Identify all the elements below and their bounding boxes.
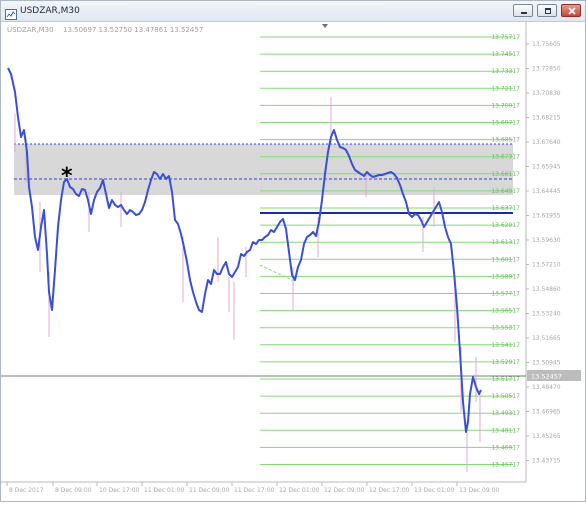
price-axis-label: 13.53240 [532,311,561,318]
fib-level-label: 13.74517 [491,51,520,58]
price-axis-label: 13.64445 [532,188,561,195]
time-axis-label: 11 Dec 17:00 [234,487,275,494]
chart-window-icon [5,5,17,20]
minimize-icon [521,12,527,14]
price-axis-label: 13.72850 [532,66,561,73]
fib-level-label: 13.54117 [491,342,520,349]
fib-level-label: 13.51717 [491,376,520,383]
fib-level-label: 13.75717 [491,34,520,41]
supply-zone-rectangle[interactable] [14,144,513,195]
chart-symbol-label: USDZAR,M30 [7,26,54,34]
fib-level-label: 13.57717 [491,291,520,298]
time-axis-label: 12 Dec 17:00 [369,487,410,494]
fib-level-label: 13.69717 [491,120,520,127]
time-axis-label: 13 Dec 01:00 [414,487,455,494]
annotation-marker[interactable]: * [61,164,73,189]
fib-level-label: 13.60117 [491,256,520,263]
price-axis-label: 13.50945 [532,360,561,367]
fib-level-label: 13.70917 [491,102,520,109]
time-axis-label: 12 Dec 09:00 [324,487,365,494]
fib-level-label: 13.67317 [491,154,520,161]
fib-level-label: 13.62917 [491,222,520,229]
restore-button[interactable] [537,4,557,17]
time-axis-label: 8 Dec 2017 [9,487,44,494]
window-title: USDZAR,M30 [20,6,80,16]
price-axis-label: 13.75605 [532,41,561,48]
time-axis-label: 8 Dec 09:00 [55,487,92,494]
fib-level-label: 13.72117 [491,85,520,92]
price-axis-label: 13.59630 [532,237,561,244]
fib-level-label: 13.68517 [491,137,520,144]
fib-level-label: 13.56517 [491,308,520,315]
price-axis-label: 13.46965 [532,409,561,416]
fib-level-label: 13.73317 [491,68,520,75]
title-bar[interactable]: USDZAR,M30 [1,1,585,22]
price-axis-label: 13.54860 [532,286,561,293]
fib-level-label: 13.64917 [491,188,520,195]
time-axis-label: 11 Dec 01:00 [144,487,185,494]
time-axis-label: 11 Dec 09:00 [189,487,230,494]
fib-level-label: 13.52917 [491,359,520,366]
time-axis-label: 12 Dec 01:00 [279,487,320,494]
price-chart[interactable]: * USDZAR,M30 13.50697 13.52750 13.47861 … [1,22,585,502]
price-axis-label: 13.43715 [532,458,561,465]
price-axis-label: 13.61955 [532,213,561,220]
price-axis-label: 13.67640 [532,139,561,146]
time-axis[interactable]: 8 Dec 2017 8 Dec 09:00 10 Dec 17:00 11 Dec … [6,482,500,494]
fib-level-label: 13.58917 [491,273,520,280]
current-price-label: 13.52457 [531,373,562,381]
price-axis[interactable]: 13.75605 13.72850 13.70830 13.68215 13.67640… [526,41,561,465]
time-axis-label: 10 Dec 17:00 [99,487,140,494]
close-icon [568,7,576,15]
fib-level-label: 13.61317 [491,239,520,246]
price-axis-label: 13.57210 [532,262,561,269]
fib-level-label: 13.63717 [491,205,520,212]
fib-level-label: 13.55317 [491,325,520,332]
fib-level-label: 13.45717 [491,462,520,469]
price-axis-label: 13.45265 [532,433,561,440]
price-axis-label: 13.68215 [532,115,561,122]
fib-level-label: 13.46917 [491,444,520,451]
restore-icon [545,8,551,14]
fib-level-label: 13.48117 [491,427,520,434]
price-axis-label: 13.51665 [532,335,561,342]
price-axis-label: 13.48470 [532,384,561,391]
chart-area[interactable]: * USDZAR,M30 13.50697 13.52750 13.47861 … [1,22,585,502]
price-axis-label: 13.65945 [532,164,561,171]
time-axis-label: 13 Dec 09:00 [459,487,500,494]
fib-level-label: 13.49317 [491,410,520,417]
close-button[interactable] [561,4,581,17]
fib-level-label: 13.50517 [491,393,520,400]
fib-level-label: 13.66117 [491,171,520,178]
chart-ohlc-label: 13.50697 13.52750 13.47861 13.52457 [63,26,203,34]
chart-window: USDZAR,M30 * USDZAR,M30 13.50697 13.5275… [0,0,586,502]
price-axis-label: 13.70830 [532,90,561,97]
minimize-button[interactable] [513,4,533,17]
